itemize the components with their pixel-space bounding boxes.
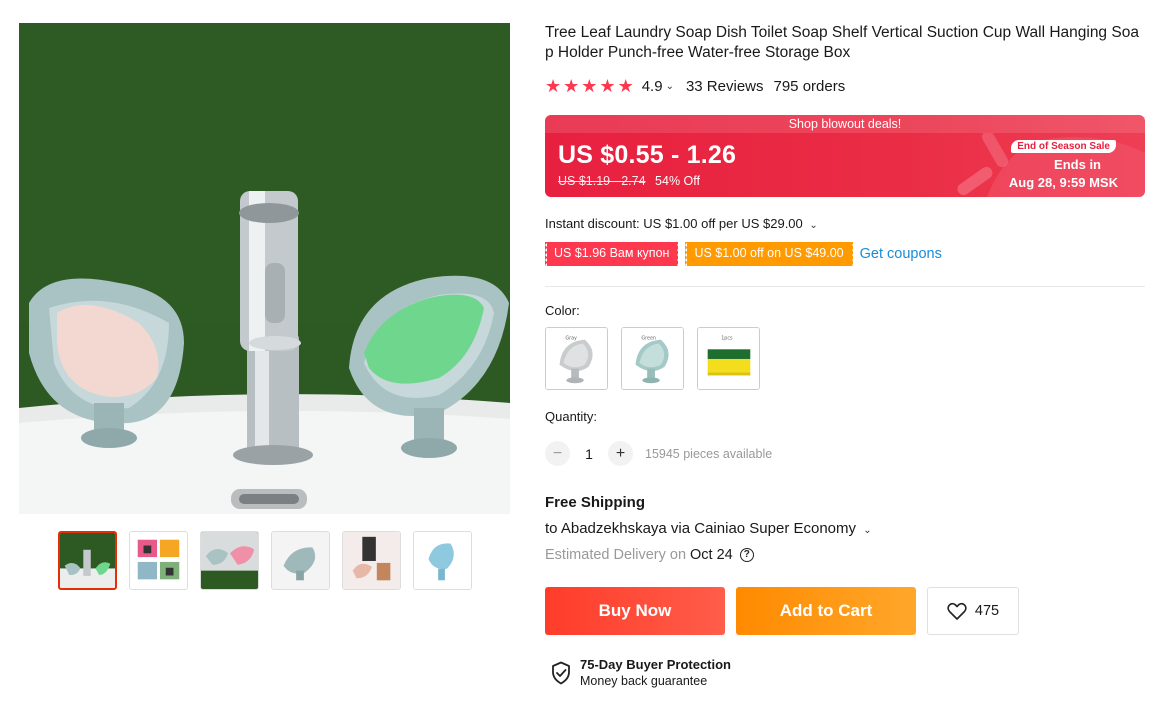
thumbnail-5[interactable] xyxy=(342,531,401,590)
quantity-value[interactable]: 1 xyxy=(570,446,608,462)
estimated-delivery: Estimated Delivery on Oct 24 ? xyxy=(545,547,754,563)
buyer-protection-text: 75-Day Buyer Protection Money back guara… xyxy=(580,657,731,688)
instant-discount[interactable]: Instant discount: US $1.00 off per US $2… xyxy=(545,216,818,231)
deal-banner-title: Shop blowout deals! xyxy=(545,115,1145,133)
rating-stars: ★ ★ ★ ★ ★ xyxy=(545,77,634,95)
shipping-destination-text: to Abadzekhskaya via Cainiao Super Econo… xyxy=(545,520,857,537)
rating-row: ★ ★ ★ ★ ★ 4.9 ⌄ 33 Reviews 795 orders xyxy=(545,77,1145,95)
star-icon: ★ xyxy=(617,76,634,96)
shipping-title: Free Shipping xyxy=(545,494,646,511)
chevron-down-icon[interactable]: ⌄ xyxy=(666,81,674,92)
divider xyxy=(545,286,1145,287)
ends-in-label: Ends in xyxy=(1054,157,1101,172)
reviews-link[interactable]: 33 Reviews xyxy=(686,78,764,95)
thumbnail-1[interactable] xyxy=(58,531,117,590)
orders-count: 795 orders xyxy=(773,77,846,95)
old-price-row: US $1.19 - 2.74 54% Off xyxy=(558,174,700,188)
product-info: Tree Leaf Laundry Soap Dish Toilet Soap … xyxy=(543,23,1145,688)
add-to-cart-button[interactable]: Add to Cart xyxy=(736,587,916,635)
quantity-stepper: − 1 + 15945 pieces available xyxy=(545,441,772,466)
thumbnail-6[interactable] xyxy=(413,531,472,590)
coupons-row: US $1.96 Вам купон US $1.00 off on US $4… xyxy=(543,242,942,266)
price-range: US $0.55 - 1.26 xyxy=(558,141,737,169)
star-icon: ★ xyxy=(563,76,580,96)
heart-icon xyxy=(947,602,967,620)
sale-badge: End of Season Sale xyxy=(1011,140,1116,153)
swatch-gray[interactable]: Gray xyxy=(545,327,608,390)
shipping-destination[interactable]: to Abadzekhskaya via Cainiao Super Econo… xyxy=(545,520,872,537)
thumbnail-strip xyxy=(58,531,472,590)
color-swatches: Gray Green 1pcs xyxy=(545,327,760,390)
swatch-1pcs-label: 1pcs xyxy=(721,336,733,342)
quantity-plus-button[interactable]: + xyxy=(608,441,633,466)
estimated-delivery-label: Estimated Delivery on xyxy=(545,547,687,563)
estimated-delivery-date: Oct 24 xyxy=(690,547,733,563)
coupon-orange[interactable]: US $1.00 off on US $49.00 xyxy=(684,242,854,266)
color-label: Color: xyxy=(545,303,580,318)
get-coupons-link[interactable]: Get coupons xyxy=(860,246,942,262)
swatch-1pcs[interactable]: 1pcs xyxy=(697,327,760,390)
chevron-down-icon[interactable]: ⌄ xyxy=(863,525,871,536)
quantity-label: Quantity: xyxy=(545,409,598,424)
wishlist-count: 475 xyxy=(974,603,1000,619)
star-icon: ★ xyxy=(581,76,598,96)
buy-now-button[interactable]: Buy Now xyxy=(545,587,725,635)
rating-value[interactable]: 4.9 xyxy=(642,78,663,95)
thumbnail-2[interactable] xyxy=(129,531,188,590)
wishlist-button[interactable]: 475 xyxy=(927,587,1019,635)
chevron-down-icon[interactable]: ⌄ xyxy=(809,220,817,231)
quantity-minus-button[interactable]: − xyxy=(545,441,570,466)
thumbnail-4[interactable] xyxy=(271,531,330,590)
buyer-protection: 75-Day Buyer Protection Money back guara… xyxy=(551,657,731,688)
buyer-protection-title: 75-Day Buyer Protection xyxy=(580,657,731,672)
deal-banner: Shop blowout deals! US $0.55 - 1.26 US $… xyxy=(545,115,1145,197)
main-product-image[interactable] xyxy=(19,23,510,514)
swatch-green-label: Green xyxy=(641,336,656,342)
star-icon: ★ xyxy=(599,76,616,96)
thumbnail-3[interactable] xyxy=(200,531,259,590)
instant-discount-text: Instant discount: US $1.00 off per US $2… xyxy=(545,216,803,231)
buyer-protection-subtitle: Money back guarantee xyxy=(580,674,708,688)
star-icon: ★ xyxy=(545,76,562,96)
help-icon[interactable]: ? xyxy=(739,548,754,562)
product-title: Tree Leaf Laundry Soap Dish Toilet Soap … xyxy=(545,24,1139,61)
shield-check-icon xyxy=(552,661,570,685)
ends-date: Aug 28, 9:59 MSK xyxy=(1008,175,1118,190)
coupon-red[interactable]: US $1.96 Вам купон xyxy=(543,242,680,266)
swatch-green[interactable]: Green xyxy=(621,327,684,390)
discount-percent: 54% Off xyxy=(655,174,700,188)
swatch-gray-label: Gray xyxy=(565,336,577,342)
original-price: US $1.19 - 2.74 xyxy=(558,174,646,188)
quantity-available: 15945 pieces available xyxy=(645,446,773,461)
